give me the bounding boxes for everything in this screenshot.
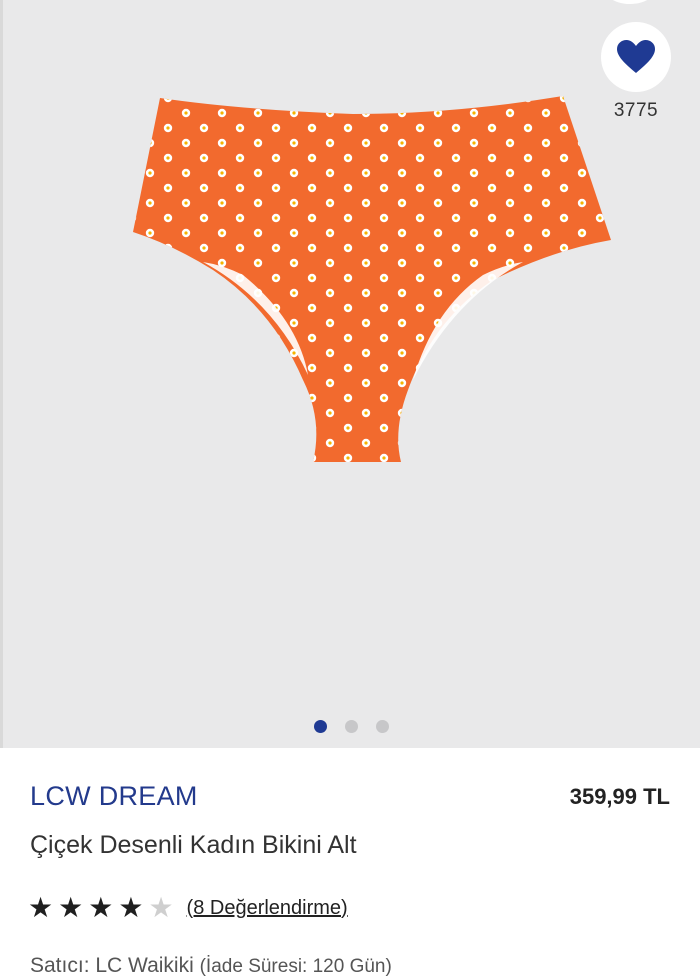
- star-filled-icon: ★: [28, 892, 54, 923]
- star-filled-icon: ★: [58, 892, 84, 923]
- reviews-link[interactable]: (8 Değerlendirme): [187, 897, 348, 920]
- star-filled-icon: ★: [118, 892, 144, 923]
- favorite-count: 3775: [613, 100, 659, 121]
- brand-link[interactable]: LCW DREAM: [30, 781, 198, 812]
- product-info: LCW DREAM 359,99 TL Çiçek Desenli Kadın …: [0, 748, 700, 980]
- favorite-button[interactable]: [601, 22, 671, 92]
- seller-info: Satıcı: LC Waikiki (İade Süresi: 120 Gün…: [30, 954, 392, 978]
- seller-name-link[interactable]: LC Waikiki: [95, 954, 193, 977]
- top-action-button[interactable]: [600, 0, 660, 4]
- product-price: 359,99 TL: [569, 784, 670, 809]
- seller-label: Satıcı:: [30, 954, 96, 977]
- product-title: Çiçek Desenli Kadın Bikini Alt: [30, 831, 357, 859]
- pagination-dot-3[interactable]: [376, 720, 389, 733]
- pagination-dot-1[interactable]: [314, 720, 327, 733]
- favorite-widget: 3775: [600, 22, 672, 122]
- product-image[interactable]: [123, 90, 623, 470]
- star-empty-icon: ★: [148, 892, 174, 923]
- product-image-gallery[interactable]: 3775: [0, 0, 700, 748]
- star-filled-icon: ★: [88, 892, 114, 923]
- gallery-pagination: [3, 720, 700, 733]
- return-period: (İade Süresi: 120 Gün): [199, 956, 392, 977]
- pagination-dot-2[interactable]: [345, 720, 358, 733]
- rating-row[interactable]: ★ ★ ★ ★ ★ (8 Değerlendirme): [28, 894, 348, 922]
- heart-icon: [617, 40, 655, 73]
